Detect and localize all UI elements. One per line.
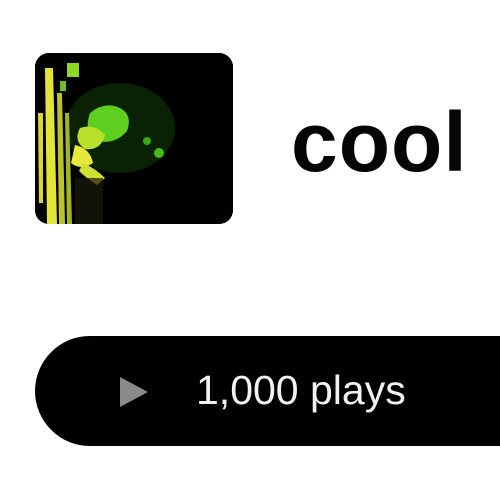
track-title[interactable]: cool	[291, 100, 468, 184]
track-widget: cool 1,000 plays	[0, 0, 500, 500]
play-icon[interactable]	[119, 377, 149, 407]
plays-count: 1,000 plays	[196, 367, 406, 413]
cover-art-image	[35, 53, 233, 224]
track-artwork[interactable]	[35, 53, 233, 224]
